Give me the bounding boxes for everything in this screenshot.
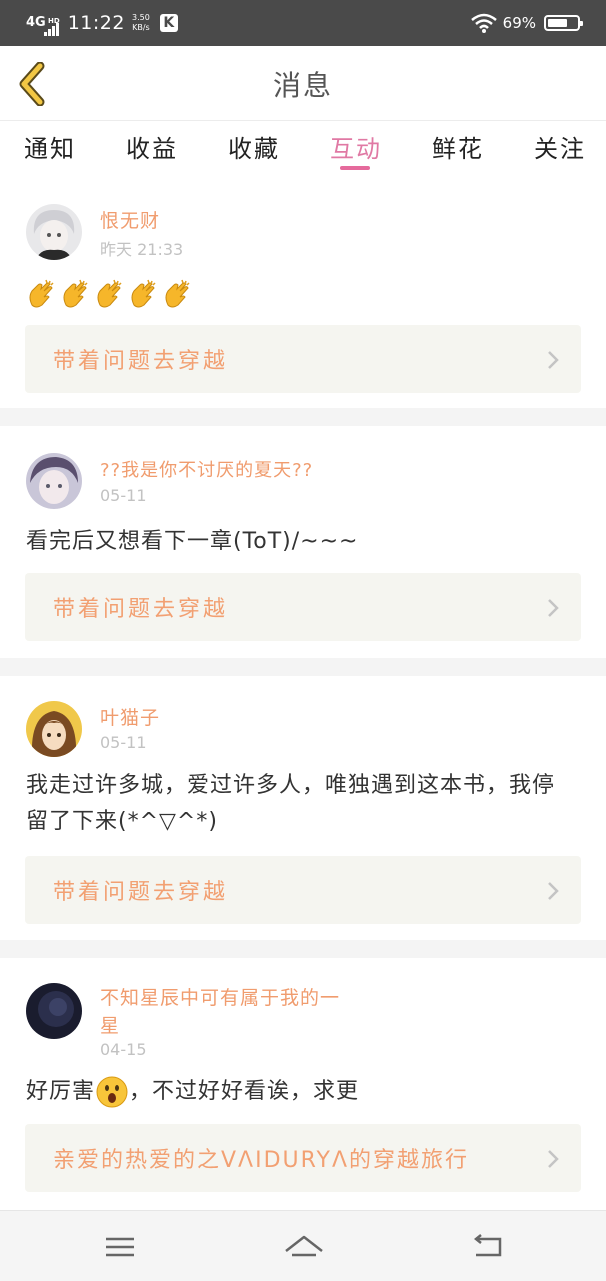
chevron-right-icon: [548, 599, 559, 617]
tab-flowers[interactable]: 鲜花: [432, 121, 484, 175]
nav-menu-button[interactable]: [100, 1229, 140, 1263]
chevron-right-icon: [548, 882, 559, 900]
message-card: 恨无财 昨天 21:33 带着问题去穿越: [0, 178, 606, 408]
message-time: 05-11: [100, 486, 147, 505]
message-card: 叶猫子 05-11 我走过许多城，爱过许多人，唯独遇到这本书，我停留了下来(*^…: [0, 676, 606, 940]
chevron-right-icon: [548, 1150, 559, 1168]
book-title: 亲爱的热爱的之VΛIDURYΛ的穿越旅行: [53, 1148, 469, 1173]
tab-bar: 通知 收益 收藏 互动 鲜花 关注: [0, 121, 606, 175]
username[interactable]: 叶猫子: [100, 703, 160, 730]
app-notification-icon: K: [159, 14, 178, 32]
book-link-button[interactable]: 带着问题去穿越: [25, 325, 581, 393]
status-bar: 4G HD 11:22 3.50 KB/s K 69%: [0, 0, 606, 46]
message-card: 不知星辰中可有属于我的一 星 04-15 好厉害 ，不过好好看诶，求更 亲爱的热爱…: [0, 958, 606, 1212]
page-title: 消息: [272, 69, 333, 102]
battery-percent: 69%: [502, 14, 536, 32]
nav-home-button[interactable]: [282, 1229, 323, 1263]
clapping-hands-emoji: [26, 279, 196, 308]
nav-back-button[interactable]: [468, 1229, 508, 1263]
battery-icon: [544, 15, 583, 31]
book-title: 带着问题去穿越: [53, 880, 229, 905]
message-card: ??我是你不讨厌的夏天?? 05-11 看完后又想看下一章(ToT)/~~~ 带…: [0, 426, 606, 658]
message-time: 05-11: [100, 733, 147, 752]
book-link-button[interactable]: 亲爱的热爱的之VΛIDURYΛ的穿越旅行: [25, 1124, 581, 1192]
message-content: 我走过许多城，爱过许多人，唯独遇到这本书，我停留了下来(*^▽^*): [26, 773, 556, 834]
chevron-right-icon: [548, 351, 559, 369]
tab-follows[interactable]: 关注: [534, 121, 586, 175]
message-content: 看完后又想看下一章(ToT)/~~~: [26, 529, 359, 554]
home-icon: [285, 1235, 323, 1257]
menu-icon: [106, 1237, 134, 1257]
username[interactable]: 不知星辰中可有属于我的一 星: [100, 984, 340, 1040]
avatar[interactable]: [26, 983, 82, 1039]
message-content: [26, 276, 566, 312]
message-time: 昨天 21:33: [100, 240, 184, 259]
avatar[interactable]: [26, 701, 82, 757]
divider: [0, 408, 606, 426]
book-title: 带着问题去穿越: [53, 597, 229, 622]
message-content: 好厉害 ，不过好好看诶，求更: [26, 1074, 566, 1110]
username[interactable]: 恨无财: [100, 206, 160, 233]
book-link-button[interactable]: 带着问题去穿越: [25, 856, 581, 924]
tab-favorites[interactable]: 收藏: [228, 121, 280, 175]
header: 消息: [0, 46, 606, 121]
tab-earnings[interactable]: 收益: [126, 121, 178, 175]
book-link-button[interactable]: 带着问题去穿越: [25, 573, 581, 641]
active-tab-indicator: [340, 166, 370, 170]
username[interactable]: ??我是你不讨厌的夏天??: [100, 456, 313, 482]
avatar[interactable]: [26, 453, 82, 509]
back-arrow-icon: [473, 1234, 502, 1257]
divider: [0, 940, 606, 958]
book-title: 带着问题去穿越: [53, 349, 229, 374]
wifi-icon: [470, 13, 497, 33]
system-nav-bar: [0, 1210, 606, 1281]
message-time: 04-15: [100, 1040, 147, 1059]
avatar[interactable]: [26, 204, 82, 260]
divider: [0, 658, 606, 676]
tab-interactions[interactable]: 互动: [330, 121, 382, 175]
tab-notifications[interactable]: 通知: [24, 121, 76, 175]
network-indicator: 4G HD: [26, 15, 60, 30]
network-speed: 3.50 KB/s: [131, 13, 150, 32]
astonished-face-emoji: [96, 1076, 128, 1108]
clock: 11:22: [67, 12, 125, 34]
